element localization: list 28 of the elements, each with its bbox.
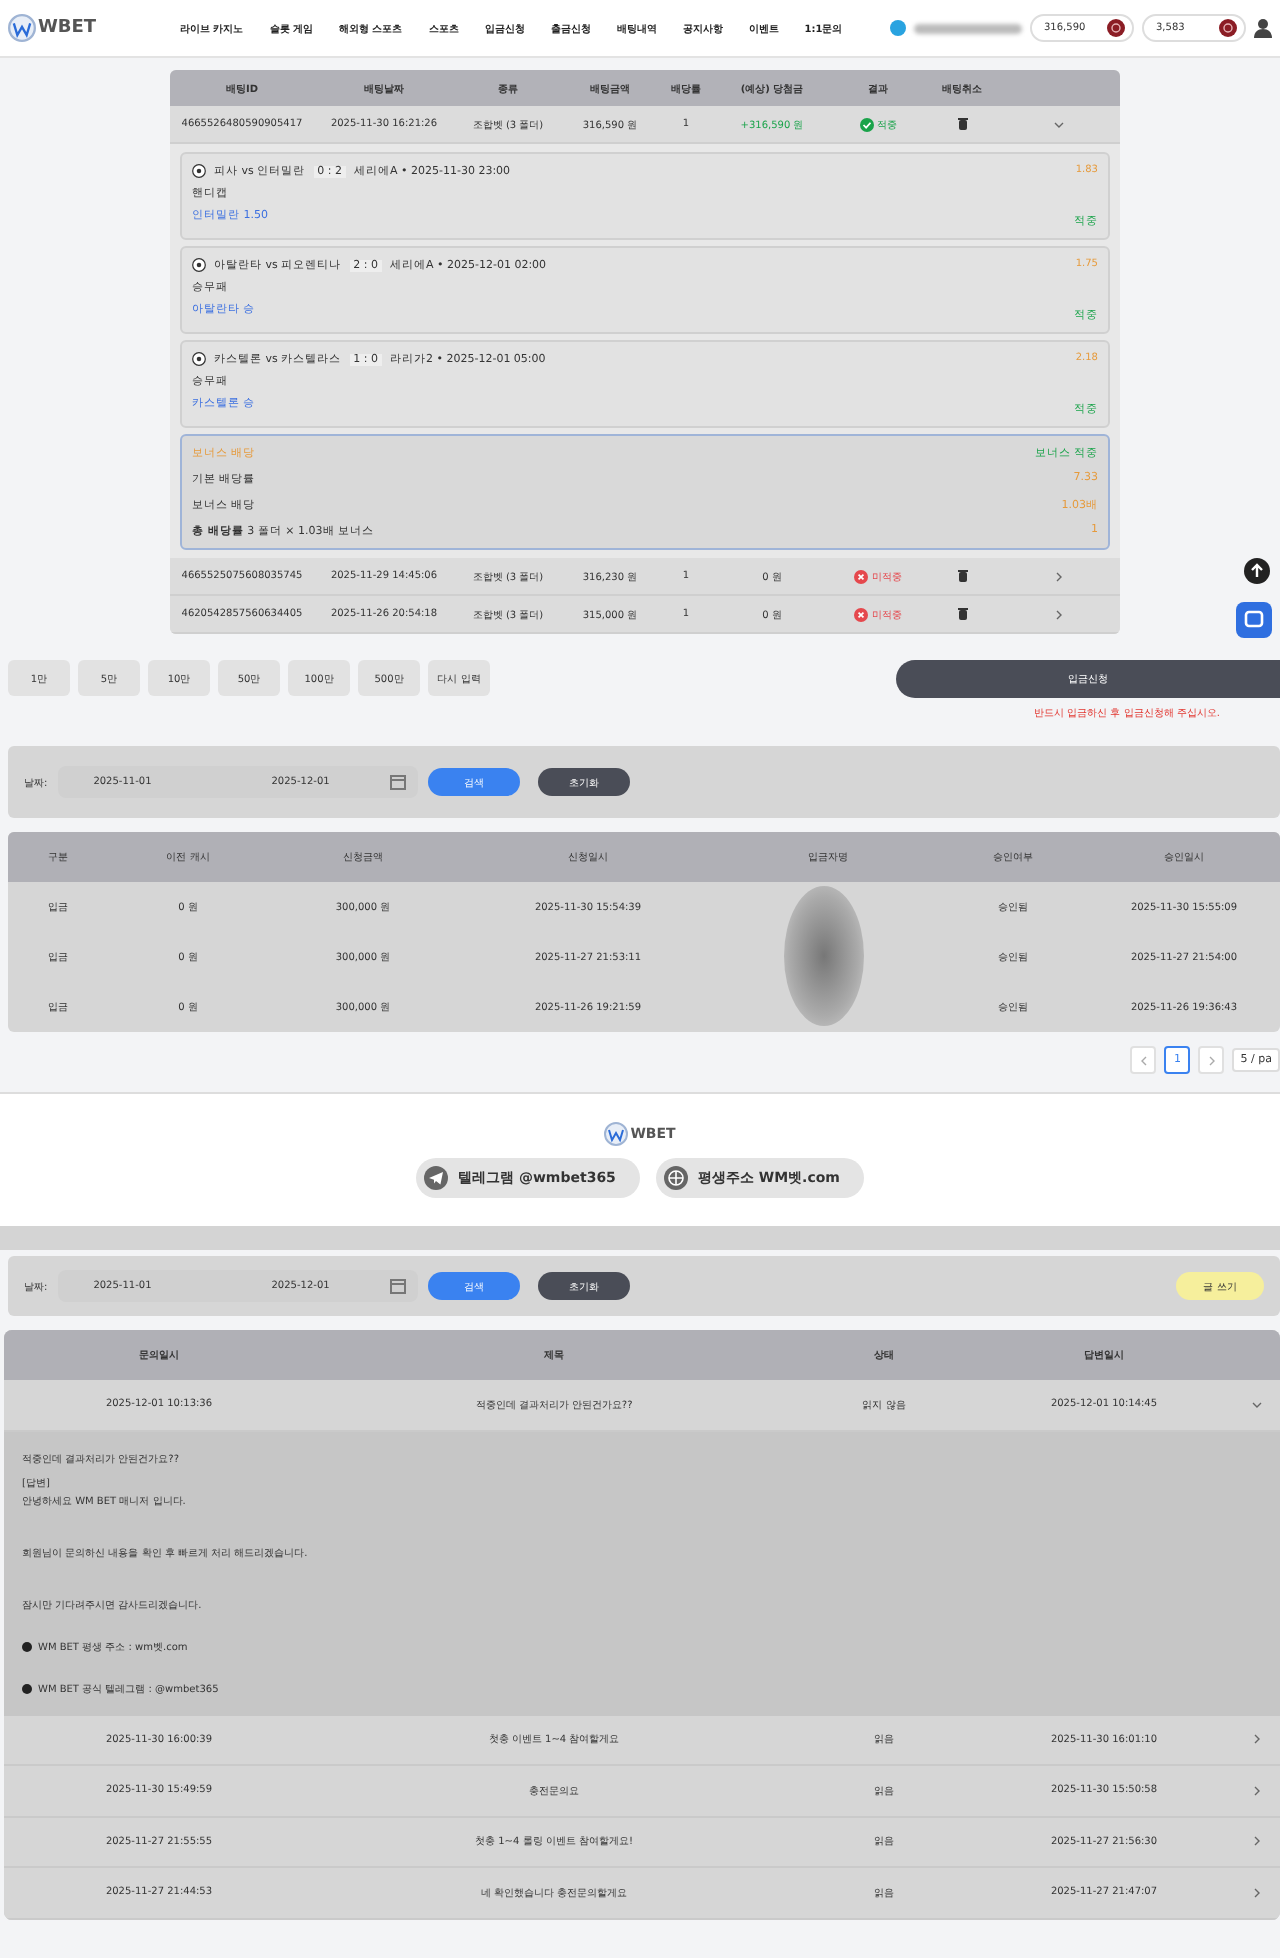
chat-button[interactable] <box>1236 602 1272 638</box>
chevron-down-icon[interactable] <box>1054 119 1064 129</box>
chevron-right-icon[interactable] <box>1252 1734 1262 1745</box>
chevron-down-icon[interactable] <box>1252 1399 1262 1410</box>
chevron-right-icon[interactable] <box>1252 1887 1262 1898</box>
chevron-right-icon[interactable] <box>1054 571 1064 581</box>
chip-icon <box>1106 18 1126 38</box>
trash-icon[interactable] <box>957 608 967 620</box>
user-icon[interactable] <box>1254 18 1272 38</box>
chip-icon <box>1218 18 1238 38</box>
paper-plane-icon <box>424 1166 449 1190</box>
chevron-left-icon <box>1139 1055 1148 1065</box>
bullet-dot-icon <box>22 1683 32 1693</box>
logo-circle-icon <box>8 14 36 42</box>
trash-icon[interactable] <box>957 570 967 582</box>
chevron-right-icon <box>1207 1055 1216 1065</box>
chevron-right-icon[interactable] <box>1054 609 1064 619</box>
blurred-username <box>914 23 1022 33</box>
chevron-right-icon[interactable] <box>1252 1785 1262 1796</box>
scroll-top-button[interactable] <box>1244 558 1270 584</box>
bullet-dot-icon <box>22 1641 32 1651</box>
logo-text: WBET <box>38 18 97 38</box>
trash-icon[interactable] <box>957 118 967 130</box>
logo-circle-icon <box>604 1122 629 1146</box>
blurred-name-placeholder <box>784 886 864 1026</box>
calendar-icon <box>389 1278 406 1294</box>
calendar-icon <box>389 774 406 790</box>
chevron-right-icon[interactable] <box>1252 1836 1262 1847</box>
